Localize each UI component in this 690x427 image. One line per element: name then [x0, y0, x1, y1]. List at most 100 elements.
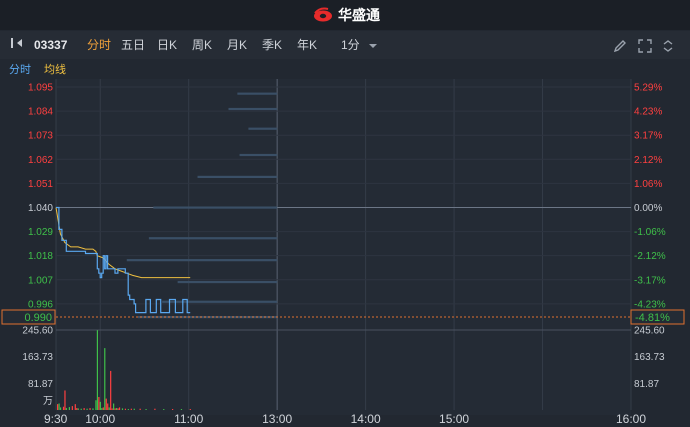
price-tick-label: 1.029: [28, 227, 53, 238]
volume-tick-label: 81.87: [28, 379, 53, 390]
fullscreen-icon[interactable]: [638, 31, 652, 59]
volume-bar: [76, 408, 78, 410]
volume-bar: [57, 404, 59, 410]
volume-bar: [74, 404, 76, 410]
interval-select[interactable]: 1分: [341, 31, 378, 59]
time-axis-label: 16:00: [616, 412, 646, 426]
app-logo: 华盛通: [312, 6, 380, 24]
volume-bar: [65, 408, 68, 410]
tab-daily-k[interactable]: 日K: [157, 31, 177, 59]
current-price-label: 0.990: [24, 312, 52, 324]
percent-tick-label: 1.06%: [634, 179, 662, 190]
pencil-icon[interactable]: [613, 31, 627, 59]
volume-bar: [189, 409, 191, 410]
order-depth-bar: [237, 92, 278, 95]
brand-name: 华盛通: [338, 8, 380, 24]
volume-bar: [113, 403, 115, 410]
back-icon[interactable]: [10, 31, 26, 59]
volume-bar: [95, 400, 97, 410]
interval-label: 1分: [341, 38, 360, 52]
volume-bar: [89, 408, 91, 410]
collapse-icon[interactable]: [661, 31, 675, 59]
volume-tick-label-right: 163.73: [634, 352, 665, 363]
price-tick-label: 1.073: [28, 131, 53, 142]
volume-bar: [102, 407, 104, 410]
volume-bar: [96, 330, 99, 410]
volume-tick-label: 163.73: [22, 352, 53, 363]
volume-bar: [121, 408, 124, 410]
volume-bar: [127, 409, 129, 410]
tab-yearly-k[interactable]: 年K: [297, 31, 317, 59]
order-depth-bar: [162, 300, 278, 303]
stock-code: 03337: [34, 38, 68, 52]
tab-monthly-k[interactable]: 月K: [227, 31, 247, 59]
volume-bar: [64, 390, 66, 410]
volume-tick-label: 245.60: [22, 326, 53, 337]
price-tick-label: 1.040: [28, 203, 53, 214]
time-axis-label: 10:00: [85, 412, 115, 426]
percent-tick-label: 4.23%: [634, 107, 662, 118]
volume-bar: [59, 407, 62, 410]
price-tick-label: 0.996: [28, 299, 53, 310]
order-depth-bar: [197, 175, 278, 179]
volume-bar: [58, 403, 60, 410]
chart-toolbar: 03337 分时 五日 日K 周K 月K 季K 年K 1分: [0, 31, 690, 60]
tab-intraday[interactable]: 分时: [87, 31, 111, 59]
time-axis-label: 14:00: [351, 412, 381, 426]
volume-bar: [115, 408, 118, 410]
volume-bar: [98, 396, 100, 410]
volume-bar: [114, 408, 116, 410]
time-axis-label: 13:00: [262, 412, 292, 426]
time-axis-label: 9:30: [44, 412, 68, 426]
volume-bar: [124, 408, 127, 410]
brand-logo-icon: [314, 7, 332, 22]
volume-bar: [163, 409, 165, 410]
volume-bar: [77, 408, 79, 410]
order-depth-bar: [148, 237, 278, 240]
volume-bar: [172, 409, 174, 410]
volume-bar: [130, 408, 132, 410]
plot-background: [56, 79, 631, 415]
volume-bar: [68, 407, 70, 410]
volume-bar: [108, 407, 110, 410]
order-depth-bar: [239, 153, 278, 157]
volume-bar: [86, 408, 88, 410]
percent-tick-label: 5.29%: [634, 83, 662, 94]
percent-tick-label: 0.00%: [634, 203, 662, 214]
intraday-chart[interactable]: 1.095 5.29% 1.084 4.23% 1.073 3.17% 1.062 2.12%…: [0, 79, 690, 427]
volume-bar: [92, 408, 94, 410]
volume-bar: [111, 408, 113, 410]
volume-bar: [180, 409, 183, 410]
volume-bar: [71, 406, 73, 410]
percent-tick-label: 3.17%: [634, 131, 662, 142]
price-tick-label: 1.007: [28, 275, 53, 286]
order-depth-bar: [248, 127, 278, 130]
volume-bar: [105, 398, 107, 410]
tab-five-day[interactable]: 五日: [121, 31, 145, 59]
time-axis-label: 15:00: [439, 412, 469, 426]
chevron-down-icon: [369, 43, 378, 48]
order-depth-bar: [177, 280, 278, 284]
volume-tick-label-right: 81.87: [634, 379, 659, 390]
volume-bar: [117, 408, 119, 410]
percent-tick-label: -4.23%: [634, 299, 666, 310]
volume-bar: [154, 408, 156, 410]
volume-bar: [83, 408, 85, 410]
tab-weekly-k[interactable]: 周K: [192, 31, 212, 59]
tab-quarterly-k[interactable]: 季K: [262, 31, 282, 59]
volume-bar: [101, 408, 103, 410]
percent-tick-label: -1.06%: [634, 227, 666, 238]
volume-unit-label: 万: [43, 396, 53, 407]
order-depth-bar: [153, 206, 278, 209]
volume-bar: [104, 348, 106, 410]
percent-tick-label: -3.17%: [634, 275, 666, 286]
order-depth-bar: [228, 107, 278, 111]
price-tick-label: 1.051: [28, 179, 53, 190]
volume-tick-label-right: 245.60: [634, 326, 665, 337]
price-tick-label: 1.095: [28, 83, 53, 94]
percent-tick-label: -2.12%: [634, 251, 666, 262]
current-percent-label: -4.81%: [635, 312, 670, 324]
time-axis-label: 11:00: [174, 412, 203, 426]
volume-bar: [62, 406, 65, 410]
volume-bar: [107, 403, 109, 410]
